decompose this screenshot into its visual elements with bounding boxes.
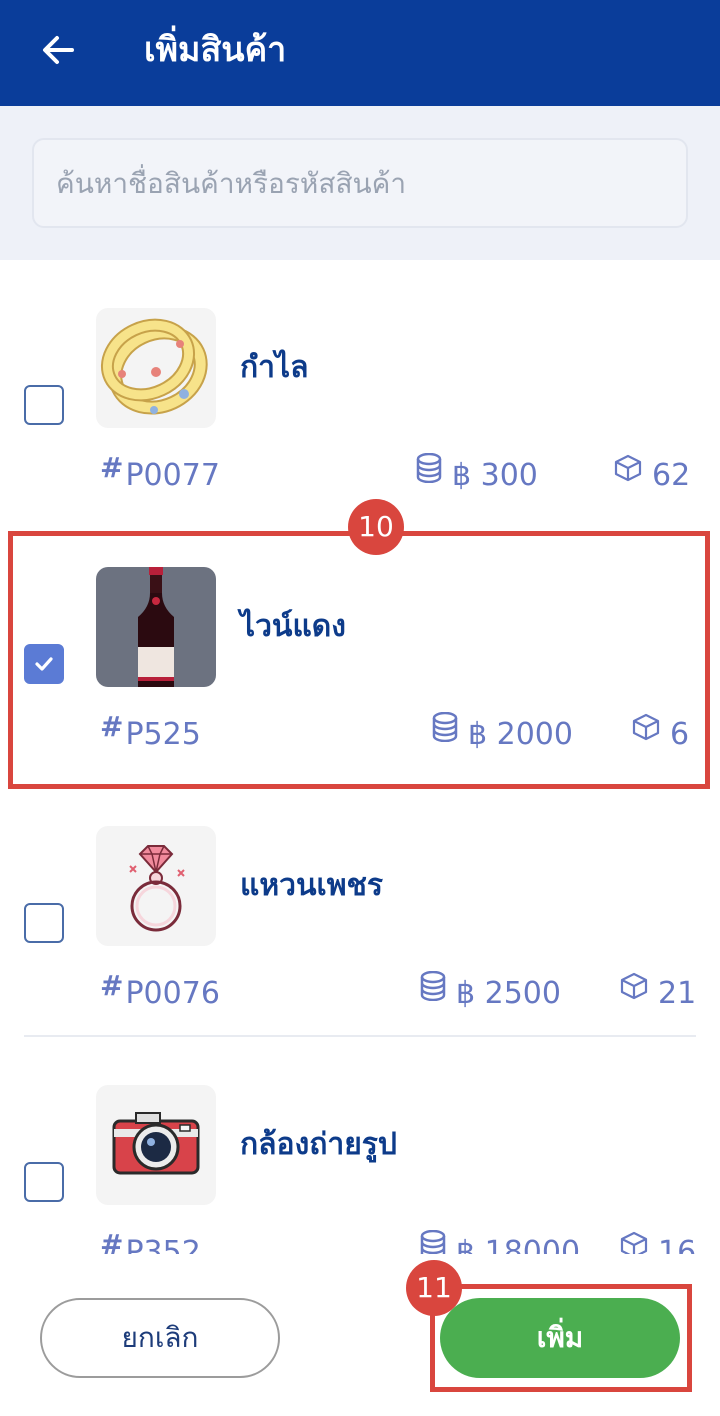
list-item[interactable]: ไวน์แดง # P525 ฿ 2000 6 bbox=[0, 519, 720, 778]
product-price: ฿ 300 bbox=[416, 453, 538, 496]
footer-bar: ยกเลิก เพิ่ม bbox=[0, 1254, 720, 1416]
product-thumbnail bbox=[96, 567, 216, 687]
back-button[interactable] bbox=[30, 22, 86, 78]
add-button[interactable]: เพิ่ม bbox=[440, 1298, 680, 1378]
search-area bbox=[0, 106, 720, 260]
diamond-ring-icon bbox=[129, 845, 185, 932]
product-name: แหวนเพชร bbox=[240, 868, 383, 903]
product-code: # P0076 bbox=[100, 969, 220, 1014]
hash-icon: # bbox=[100, 451, 124, 484]
item-checkbox[interactable] bbox=[24, 385, 64, 425]
box-icon bbox=[632, 713, 660, 741]
product-stock: 21 bbox=[620, 972, 696, 1014]
item-checkbox[interactable] bbox=[24, 644, 64, 684]
hash-icon: # bbox=[100, 969, 124, 1002]
product-name: กำไล bbox=[240, 350, 309, 385]
hash-icon: # bbox=[100, 710, 124, 743]
product-list[interactable]: กำไล # P0077 ฿ 300 62 ไวน์แดง # P525 ฿ 2… bbox=[0, 260, 720, 1254]
product-thumbnail bbox=[96, 1085, 216, 1205]
product-code: # P352 bbox=[100, 1228, 201, 1254]
coins-icon bbox=[420, 1230, 446, 1254]
product-price: ฿ 2000 bbox=[432, 712, 573, 755]
product-code: # P0077 bbox=[100, 451, 220, 496]
item-checkbox[interactable] bbox=[24, 903, 64, 943]
product-thumbnail bbox=[96, 826, 216, 946]
arrow-left-icon bbox=[43, 36, 74, 64]
wine-bottle-icon bbox=[138, 567, 174, 687]
product-price: ฿ 18000 bbox=[420, 1230, 580, 1254]
coins-icon bbox=[432, 712, 458, 742]
product-stock: 6 bbox=[632, 713, 689, 755]
app-header: เพิ่มสินค้า bbox=[0, 0, 720, 106]
product-stock: 16 bbox=[620, 1231, 696, 1254]
item-checkbox[interactable] bbox=[24, 1162, 64, 1202]
box-icon bbox=[614, 454, 642, 482]
list-item[interactable]: กล้องถ่ายรูป # P352 ฿ 18000 16 bbox=[0, 1037, 720, 1254]
product-stock: 62 bbox=[614, 454, 690, 496]
camera-icon bbox=[112, 1112, 200, 1175]
box-icon bbox=[620, 972, 648, 1000]
step-badge: 11 bbox=[406, 1260, 462, 1316]
check-icon bbox=[35, 657, 53, 671]
bracelet-icon bbox=[100, 318, 208, 415]
coins-icon bbox=[416, 453, 442, 483]
list-item[interactable]: แหวนเพชร # P0076 ฿ 2500 21 bbox=[0, 778, 720, 1037]
product-code: # P525 bbox=[100, 710, 201, 755]
product-name: กล้องถ่ายรูป bbox=[240, 1127, 397, 1162]
page-title: เพิ่มสินค้า bbox=[144, 30, 287, 70]
search-input[interactable] bbox=[32, 138, 688, 228]
step-badge: 10 bbox=[348, 499, 404, 555]
hash-icon: # bbox=[100, 1228, 124, 1254]
cancel-button[interactable]: ยกเลิก bbox=[40, 1298, 280, 1378]
coins-icon bbox=[420, 971, 446, 1001]
product-name: ไวน์แดง bbox=[240, 609, 346, 644]
box-icon bbox=[620, 1231, 648, 1254]
product-price: ฿ 2500 bbox=[420, 971, 561, 1014]
product-thumbnail bbox=[96, 308, 216, 428]
list-item[interactable]: กำไล # P0077 ฿ 300 62 bbox=[0, 260, 720, 519]
